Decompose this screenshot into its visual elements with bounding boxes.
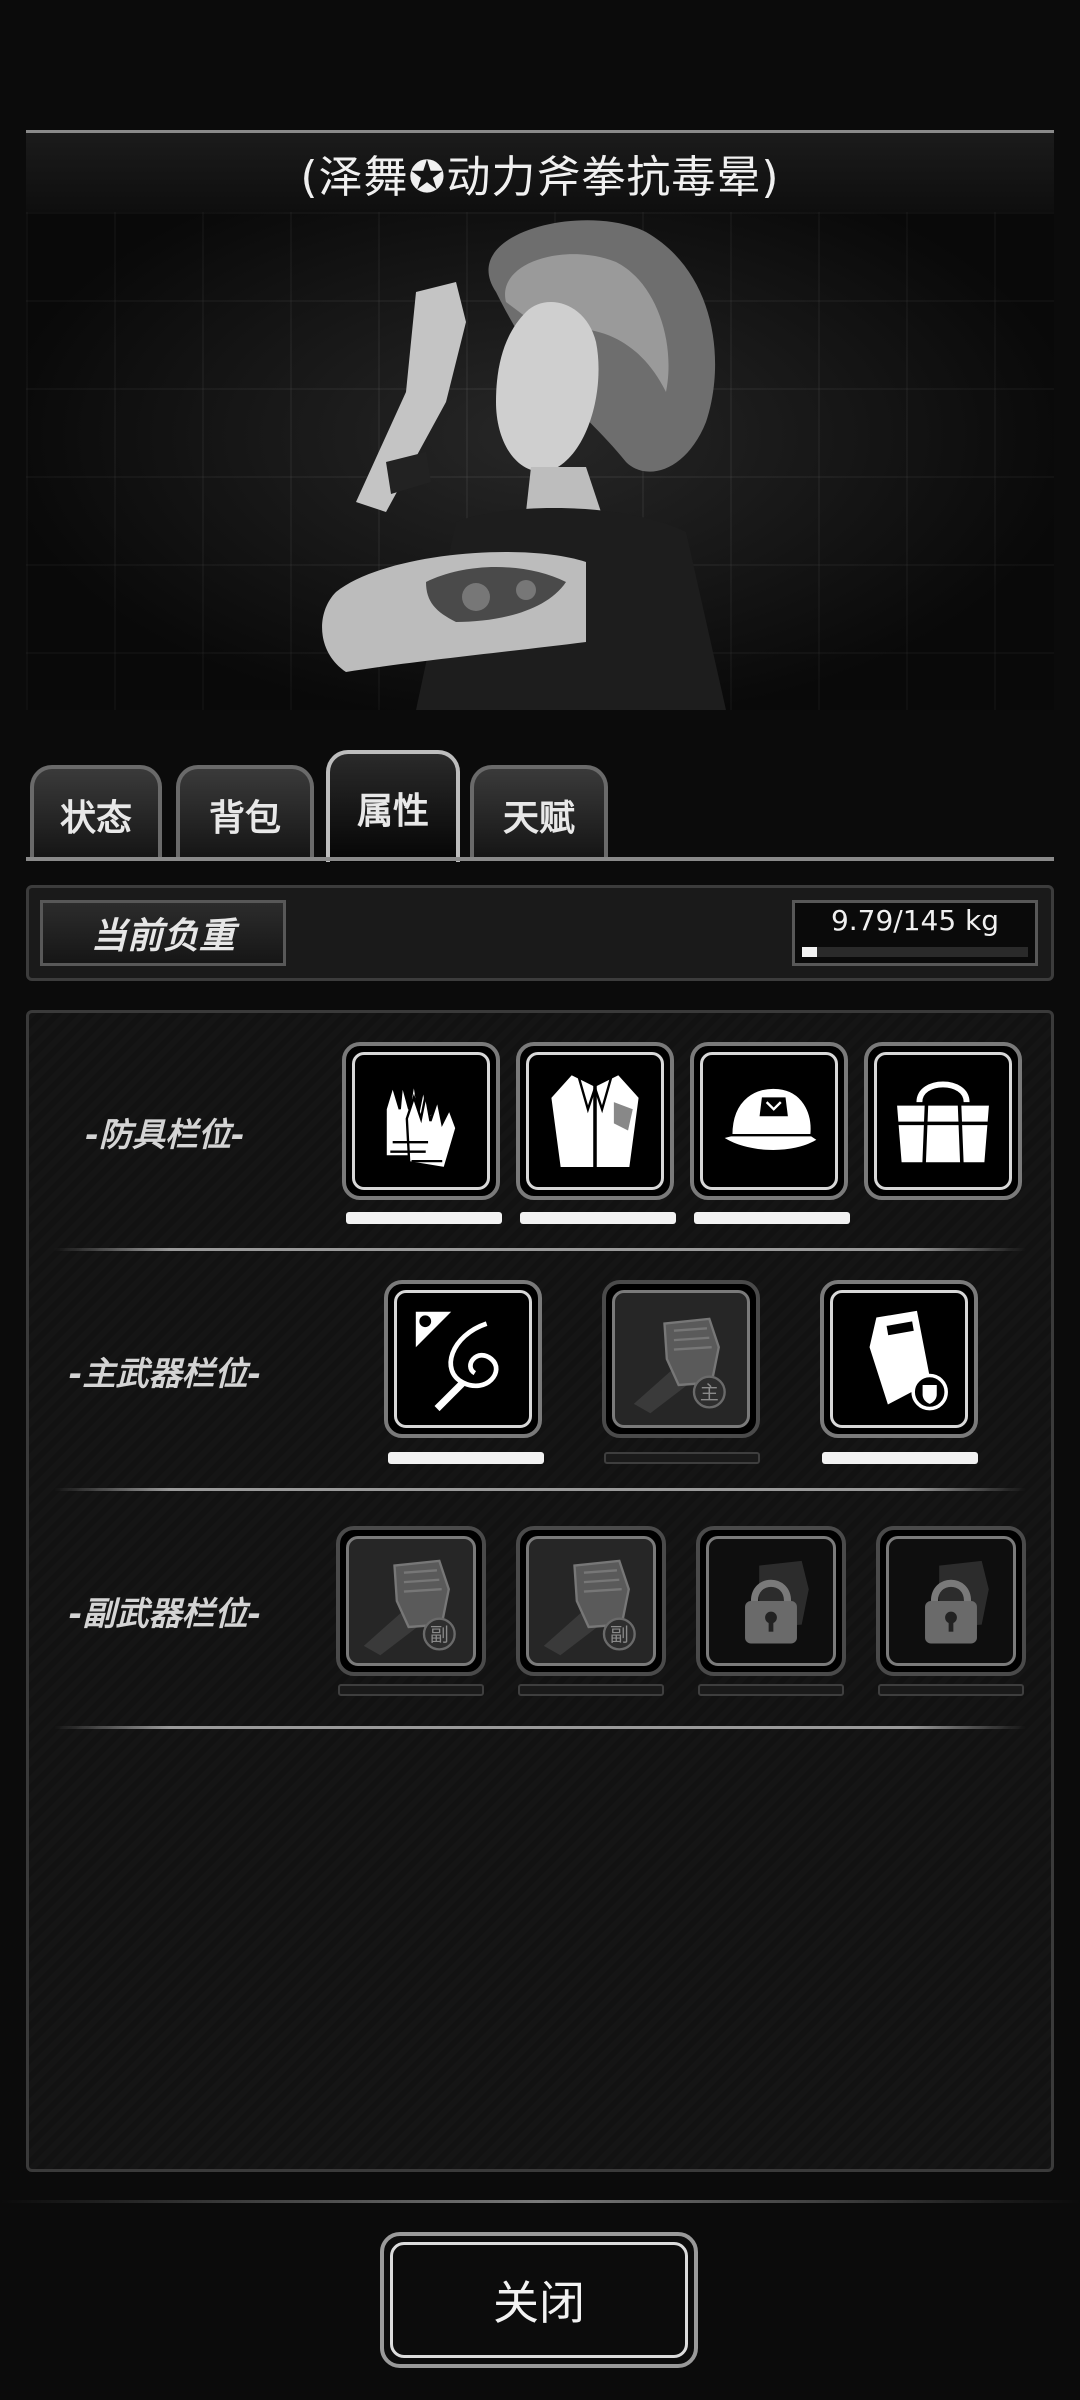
tab-talents[interactable]: 天赋 bbox=[470, 765, 608, 860]
armor-slot-cap[interactable] bbox=[690, 1042, 848, 1200]
armor-slot-durability-bar bbox=[346, 1212, 502, 1224]
jacket-icon bbox=[548, 1072, 642, 1170]
armor-slot-gloves[interactable] bbox=[342, 1042, 500, 1200]
lock-icon bbox=[925, 1560, 989, 1644]
load-label: 当前负重 bbox=[40, 900, 286, 966]
secondary-slot-durability-bar bbox=[518, 1684, 664, 1696]
svg-text:副: 副 bbox=[610, 1624, 629, 1646]
load-value: 9.79/145 kg bbox=[830, 904, 1000, 937]
primary-weapon-section-label: -主武器栏位- bbox=[68, 1354, 262, 1393]
section-divider bbox=[54, 1726, 1026, 1729]
secondary-slot-durability-bar bbox=[338, 1684, 484, 1696]
primary-slot-durability-bar bbox=[388, 1452, 544, 1464]
tab-attributes[interactable]: 属性 bbox=[326, 750, 460, 862]
character-portrait bbox=[26, 212, 1054, 710]
primary-slot-durability-bar bbox=[604, 1452, 760, 1464]
footer-divider bbox=[0, 2200, 1080, 2203]
secondary-slot-locked[interactable] bbox=[876, 1526, 1026, 1676]
bag-icon bbox=[894, 1081, 992, 1165]
secondary-slot-empty[interactable]: 副 bbox=[336, 1526, 486, 1676]
svg-text:主: 主 bbox=[700, 1382, 719, 1404]
section-divider bbox=[54, 1248, 1026, 1251]
secondary-weapon-section-label: -副武器栏位- bbox=[68, 1594, 262, 1633]
riot-shield-icon bbox=[867, 1308, 948, 1411]
primary-slot-durability-bar bbox=[822, 1452, 978, 1464]
load-progress-fill bbox=[802, 947, 817, 957]
armor-slot-durability-bar bbox=[520, 1212, 676, 1224]
gloves-icon bbox=[384, 1080, 458, 1170]
secondary-slot-locked[interactable] bbox=[696, 1526, 846, 1676]
armor-slot-durability-bar bbox=[694, 1212, 850, 1224]
load-progress-track bbox=[802, 947, 1028, 957]
primary-slot-riot-shield[interactable] bbox=[820, 1280, 978, 1438]
tab-backpack[interactable]: 背包 bbox=[176, 765, 314, 860]
primary-slot-whip[interactable] bbox=[384, 1280, 542, 1438]
primary-slot-empty[interactable]: 主 bbox=[602, 1280, 760, 1438]
page-title: (泽舞✪动力斧拳抗毒晕) bbox=[26, 130, 1054, 216]
whip-icon bbox=[415, 1311, 499, 1412]
secondary-slot-durability-bar bbox=[698, 1684, 844, 1696]
fist-icon: 副 bbox=[363, 1559, 456, 1656]
tab-status[interactable]: 状态 bbox=[30, 765, 162, 860]
tab-underline bbox=[26, 857, 1054, 861]
fist-icon: 主 bbox=[633, 1317, 726, 1414]
armor-section-label: -防具栏位- bbox=[85, 1115, 245, 1154]
fist-icon: 副 bbox=[543, 1559, 636, 1656]
armor-slot-bag[interactable] bbox=[864, 1042, 1022, 1200]
cap-icon bbox=[719, 1086, 821, 1153]
armor-slot-jacket[interactable] bbox=[516, 1042, 674, 1200]
close-button[interactable]: 关闭 bbox=[380, 2232, 698, 2368]
character-illustration bbox=[322, 220, 726, 710]
section-divider bbox=[54, 1488, 1026, 1491]
secondary-slot-durability-bar bbox=[878, 1684, 1024, 1696]
svg-text:副: 副 bbox=[430, 1624, 449, 1646]
secondary-slot-empty[interactable]: 副 bbox=[516, 1526, 666, 1676]
close-button-label: 关闭 bbox=[390, 2242, 688, 2358]
lock-icon bbox=[745, 1560, 809, 1644]
